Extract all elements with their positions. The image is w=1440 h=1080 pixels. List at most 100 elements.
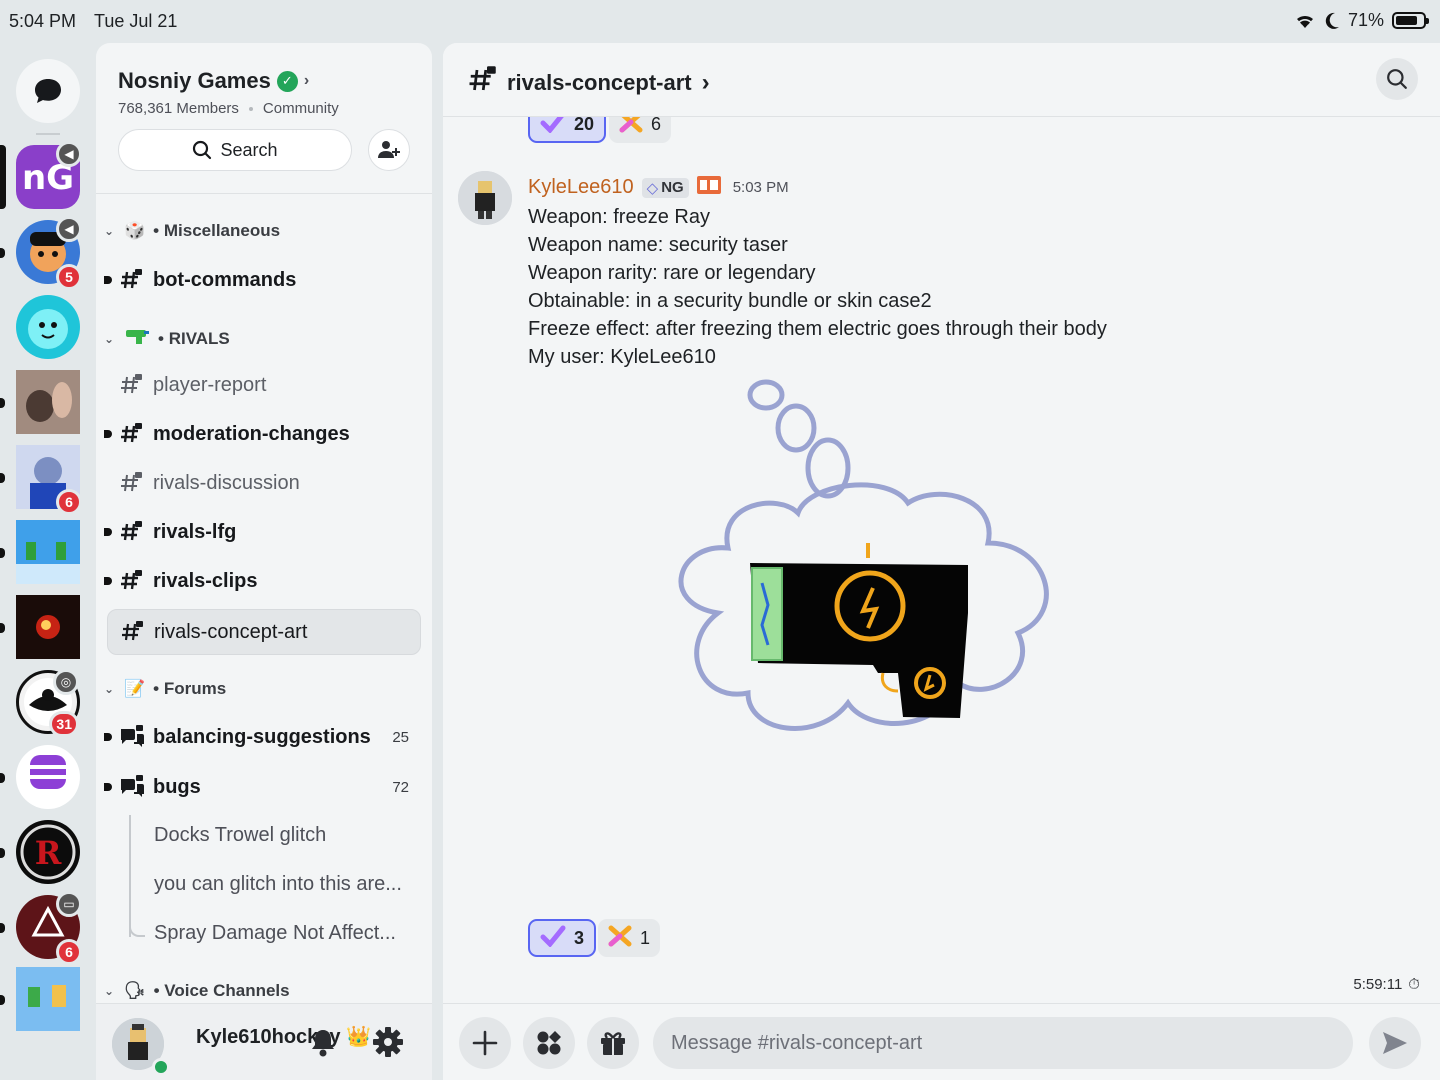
thread-item[interactable]: Docks Trowel glitch [154, 824, 326, 847]
thread-item[interactable]: you can glitch into this are... [154, 873, 402, 896]
channel-player-report[interactable]: player-report [107, 362, 421, 408]
message-line: Obtainable: in a security bundle or skin… [528, 290, 932, 312]
chevron-down-icon: ⌄ [104, 682, 115, 696]
apps-icon [537, 1031, 561, 1055]
locked-hash-icon [120, 620, 154, 644]
plus-icon [472, 1030, 498, 1056]
channel-title-button[interactable]: rivals-concept-art › [467, 65, 710, 101]
unread-indicator [0, 473, 5, 483]
channel-rivals-concept-art[interactable]: rivals-concept-art [107, 609, 421, 655]
locked-hash-icon [119, 373, 153, 397]
send-icon [1383, 1032, 1407, 1054]
thread-item[interactable]: Spray Damage Not Affect... [154, 922, 396, 945]
send-button[interactable] [1369, 1017, 1421, 1069]
unread-indicator [0, 923, 5, 933]
channel-rivals-lfg[interactable]: rivals-lfg [104, 509, 421, 555]
locked-hash-icon [119, 520, 153, 544]
server-subtitle: 768,361 Members Community [118, 100, 339, 117]
battery-percent: 71% [1347, 10, 1384, 30]
channel-moderation-changes[interactable]: moderation-changes [104, 411, 421, 457]
add-user-icon [378, 141, 400, 158]
server-7[interactable] [0, 595, 80, 659]
channel-search-button[interactable] [1376, 58, 1418, 100]
message-input[interactable]: Message #rivals-concept-art [653, 1017, 1353, 1069]
server-5[interactable]: 6 [0, 445, 82, 515]
gift-button[interactable] [587, 1017, 639, 1069]
forum-bugs[interactable]: bugs 72 [104, 764, 421, 810]
unread-indicator [104, 276, 112, 284]
apps-button[interactable] [523, 1017, 575, 1069]
unread-indicator [104, 430, 112, 438]
chevron-right-icon: › [701, 69, 710, 96]
mention-badge: 6 [56, 489, 82, 515]
settings-button[interactable] [372, 1026, 404, 1063]
notifications-button[interactable] [310, 1028, 336, 1063]
post-count: 25 [392, 728, 409, 746]
unread-indicator [0, 773, 5, 783]
unread-indicator [0, 995, 5, 1005]
unread-indicator [0, 398, 5, 408]
member-count: 768,361 Members [118, 100, 239, 117]
server-2[interactable]: ◀ 5 [0, 216, 82, 290]
server-nosniy-games[interactable]: nG ◀ [0, 141, 82, 209]
image-attachment[interactable] [658, 373, 1063, 773]
unread-indicator [104, 783, 112, 791]
server-9[interactable] [0, 745, 80, 809]
channel-rivals-discussion[interactable]: rivals-discussion [107, 460, 421, 506]
role-badge-icon [696, 176, 721, 199]
invite-members-button[interactable] [368, 129, 410, 171]
server-4[interactable] [0, 370, 80, 434]
channel-bot-commands[interactable]: bot-commands [104, 257, 421, 303]
channel-label: rivals-clips [153, 569, 258, 592]
channel-label: player-report [153, 373, 267, 396]
channel-label: balancing-suggestions [153, 725, 371, 748]
selected-indicator [0, 145, 6, 209]
status-date: Tue Jul 21 [94, 11, 178, 31]
verified-icon: ✓ [276, 70, 298, 92]
server-name-button[interactable]: Nosniy Games ✓ › [118, 68, 309, 94]
post-count: 72 [392, 778, 409, 796]
server-10[interactable]: R [0, 820, 80, 884]
category-voice-channels[interactable]: ⌄ 🗣 • Voice Channels [104, 981, 290, 1001]
timer-value: 5:59:11 [1353, 976, 1403, 993]
category-miscellaneous[interactable]: ⌄ 🎲 • Miscellaneous [104, 221, 280, 241]
status-time: 5:04 PM [9, 11, 77, 31]
search-icon [193, 140, 212, 160]
category-rivals[interactable]: ⌄ • RIVALS [104, 327, 230, 350]
server-12[interactable] [0, 967, 80, 1031]
channel-label: bugs [153, 775, 201, 798]
channel-header: rivals-concept-art › [443, 43, 1440, 117]
mention-badge: 6 [56, 939, 82, 965]
avatar[interactable] [458, 171, 512, 225]
category-forums[interactable]: ⌄ 📝 • Forums [104, 679, 226, 699]
message-timestamp: 5:03 PM [732, 179, 789, 196]
sidebar-separator [96, 193, 432, 194]
search-button[interactable]: Search [118, 129, 352, 171]
direct-messages-button[interactable] [16, 59, 80, 123]
chevron-down-icon: ⌄ [104, 984, 115, 998]
username[interactable]: Kyle610hockey 👑 [196, 1024, 371, 1049]
reaction-cross[interactable]: 1 [598, 919, 661, 957]
unread-indicator [0, 623, 5, 633]
channel-rivals-clips[interactable]: rivals-clips [104, 558, 421, 604]
reaction-count: 3 [574, 927, 585, 948]
forum-balancing-suggestions[interactable]: balancing-suggestions 25 [104, 714, 421, 760]
locked-hash-icon [119, 569, 153, 593]
memo-icon: 📝 [124, 679, 146, 698]
message-author[interactable]: KyleLee610 [528, 176, 634, 199]
server-tag[interactable]: ◇ NG [641, 177, 689, 198]
server-3[interactable] [16, 295, 80, 359]
server-8[interactable]: ◎ 31 [16, 669, 80, 737]
chat-panel: 20 6 rivals-concept-art › KyleLee610 ◇ NG… [443, 43, 1440, 1080]
server-6[interactable] [0, 520, 80, 584]
message-line: Weapon name: security taser [528, 234, 788, 256]
message-composer: Message #rivals-concept-art [443, 1003, 1440, 1080]
reaction-check[interactable]: 3 [528, 919, 597, 957]
speaker-icon: ◀ [56, 216, 82, 242]
locked-hash-icon [119, 422, 153, 446]
speaker-icon: ◀ [56, 141, 82, 167]
unread-indicator [104, 733, 112, 741]
status-bar: 5:04 PM Tue Jul 21 71% [0, 0, 1440, 42]
server-11[interactable]: ▭ 6 [0, 891, 82, 965]
add-attachment-button[interactable] [459, 1017, 511, 1069]
